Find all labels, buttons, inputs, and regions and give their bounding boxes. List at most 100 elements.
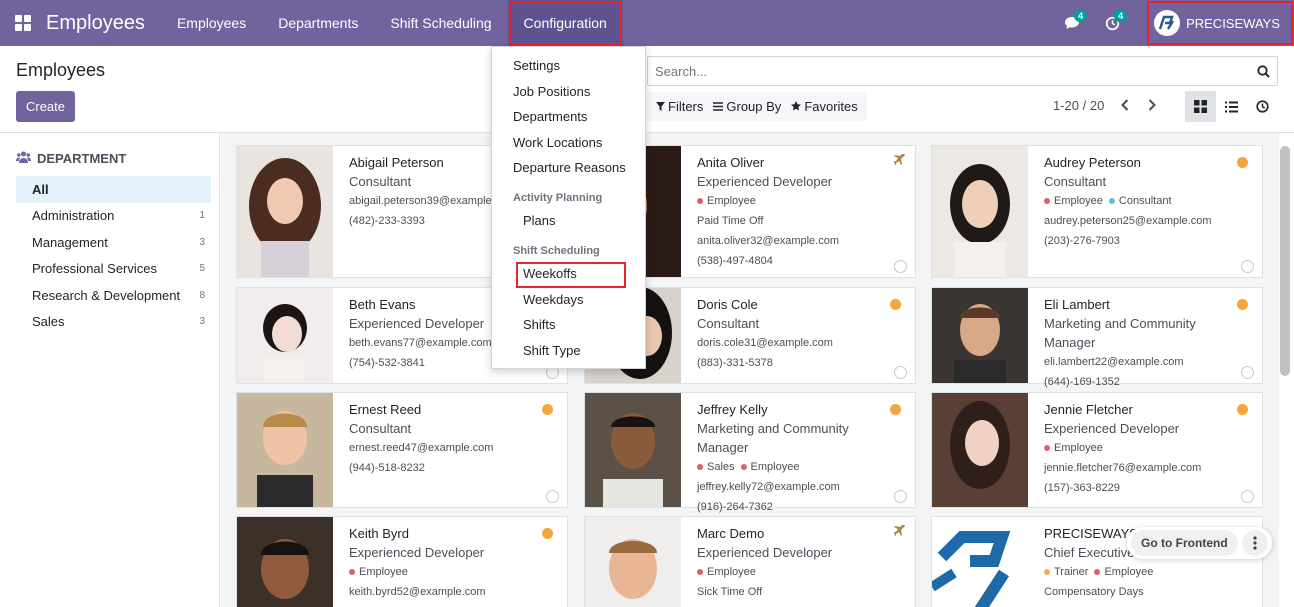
employee-photo [237, 288, 333, 383]
department-item-professional-services[interactable]: Professional Services 5 [16, 256, 211, 283]
dropdown-item-departure-reasons[interactable]: Departure Reasons [513, 160, 626, 175]
employee-card[interactable]: Jeffrey Kelly Marketing and Community Ma… [584, 392, 916, 513]
employee-card-body: Doris Cole Consultant doris.cole31@examp… [681, 288, 915, 383]
department-count: 1 [199, 210, 205, 222]
dropdown-item-settings[interactable]: Settings [513, 58, 560, 73]
employee-card[interactable]: Ernest Reed Consultant ernest.reed47@exa… [236, 392, 568, 508]
activity-clock-icon[interactable] [894, 260, 907, 273]
employee-email: doris.cole31@example.com [697, 337, 833, 349]
favorites-label: Favorites [804, 99, 858, 114]
activity-clock-icon[interactable] [1241, 366, 1254, 379]
dropdown-item-shift-type[interactable]: Shift Type [523, 343, 581, 358]
activity-clock-icon[interactable] [894, 366, 907, 379]
presence-status [1237, 299, 1248, 310]
employee-card[interactable]: Eli Lambert Marketing and Community Mana… [931, 287, 1263, 388]
dropdown-item-shifts[interactable]: Shifts [523, 317, 556, 332]
employee-card[interactable]: Audrey Peterson Consultant Employee Cons… [931, 145, 1263, 278]
presence-status [542, 528, 553, 539]
app-title[interactable]: Employees [46, 12, 145, 35]
department-heading-label: DEPARTMENT [37, 151, 127, 166]
department-item-research-development[interactable]: Research & Development 8 [16, 282, 211, 309]
airplane-icon [894, 152, 906, 169]
tag-employee: Employee [349, 562, 408, 582]
department-item-all[interactable]: All [16, 176, 211, 203]
go-to-frontend-button[interactable]: Go to Frontend [1131, 530, 1238, 556]
menu-employees[interactable]: Employees [161, 0, 262, 46]
activity-clock-icon[interactable] [1241, 490, 1254, 503]
employee-tags: Employee [697, 191, 899, 211]
department-label: Professional Services [32, 261, 157, 277]
dropdown-item-work-locations[interactable]: Work Locations [513, 135, 602, 150]
systray: 4 4 PRECISEWAYS [1052, 0, 1294, 46]
list-view-icon[interactable] [1216, 91, 1247, 122]
department-count: 8 [199, 289, 205, 301]
department-label: Administration [32, 208, 115, 224]
department-item-administration[interactable]: Administration 1 [16, 203, 211, 230]
employee-photo [932, 288, 1028, 383]
star-icon [791, 99, 802, 114]
department-list: All Administration 1 Management 3 Profes… [16, 176, 211, 335]
favorites-button[interactable]: Favorites [786, 99, 862, 114]
user-menu[interactable]: PRECISEWAYS [1146, 0, 1294, 46]
employee-email: eli.lambert22@example.com [1044, 356, 1184, 368]
employee-card[interactable]: Jennie Fletcher Experienced Developer Em… [931, 392, 1263, 508]
activity-clock-icon[interactable] [546, 490, 559, 503]
employee-email: keith.byrd52@example.com [349, 586, 486, 598]
tag-employee: Employee [1044, 438, 1103, 458]
messages-icon[interactable]: 4 [1052, 0, 1092, 46]
employee-name: Anita Oliver [697, 155, 765, 170]
view-switcher [1185, 91, 1278, 122]
tag-employee: Employee [740, 457, 799, 477]
pager-next-icon[interactable] [1141, 94, 1163, 116]
app-menu-icon[interactable] [0, 0, 46, 46]
employee-name: Ernest Reed [349, 402, 422, 417]
activity-clock-icon[interactable]: 4 [1092, 0, 1132, 46]
menu-departments[interactable]: Departments [262, 0, 374, 46]
department-item-management[interactable]: Management 3 [16, 229, 211, 256]
employee-card-body: Anita Oliver Experienced Developer Emplo… [681, 146, 915, 277]
pager-previous-icon[interactable] [1114, 94, 1136, 116]
pager-value[interactable]: 1-20 / 20 [1053, 98, 1104, 113]
employee-card-body: Audrey Peterson Consultant Employee Cons… [1028, 146, 1262, 277]
group-by-label: Group By [726, 99, 782, 114]
tag-employee: Employee [697, 562, 756, 582]
dropdown-item-weekdays[interactable]: Weekdays [523, 292, 583, 307]
activity-clock-icon[interactable] [894, 490, 907, 503]
filters-button[interactable]: Filters [651, 99, 708, 114]
employee-phone: (203)-276-7903 [1044, 235, 1120, 247]
employee-name: Jennie Fletcher [1044, 402, 1133, 417]
employee-photo [237, 517, 333, 607]
activity-clock-icon[interactable] [1241, 260, 1254, 273]
dropdown-item-weekoffs[interactable]: Weekoffs [523, 266, 577, 281]
activity-view-icon[interactable] [1247, 91, 1278, 122]
more-vertical-icon[interactable] [1241, 530, 1268, 556]
menu-configuration[interactable]: Configuration [507, 0, 623, 46]
employee-job: Consultant [1044, 174, 1107, 189]
group-by-button[interactable]: Group By [708, 99, 786, 114]
presence-status [1237, 157, 1248, 168]
menu-shift-scheduling[interactable]: Shift Scheduling [374, 0, 507, 46]
dropdown-item-plans[interactable]: Plans [523, 213, 556, 228]
dropdown-item-departments[interactable]: Departments [513, 109, 587, 124]
search-icon[interactable] [1249, 64, 1277, 78]
employee-card-body: Marc Demo Experienced Developer Employee… [681, 517, 915, 607]
employee-photo [585, 517, 681, 607]
search-input[interactable] [655, 63, 1249, 79]
activity-badge: 4 [1114, 10, 1128, 22]
department-heading: DEPARTMENT [16, 151, 126, 166]
dropdown-section-activity-planning: Activity Planning [513, 192, 603, 204]
scrollbar[interactable] [1280, 146, 1290, 376]
dropdown-item-job-positions[interactable]: Job Positions [513, 84, 590, 99]
employee-card-body: Eli Lambert Marketing and Community Mana… [1028, 288, 1262, 388]
employee-card[interactable]: Keith Byrd Experienced Developer Employe… [236, 516, 568, 607]
kanban-view-icon[interactable] [1185, 91, 1216, 122]
employee-tags: Employee [697, 562, 899, 582]
employee-name: Keith Byrd [349, 526, 409, 541]
employee-card[interactable]: Marc Demo Experienced Developer Employee… [584, 516, 916, 607]
department-item-sales[interactable]: Sales 3 [16, 309, 211, 336]
tag-employee: Employee [1094, 562, 1153, 582]
employee-photo [237, 146, 333, 277]
create-button[interactable]: Create [16, 91, 75, 122]
messages-badge: 4 [1074, 10, 1088, 22]
presence-status [890, 404, 901, 415]
